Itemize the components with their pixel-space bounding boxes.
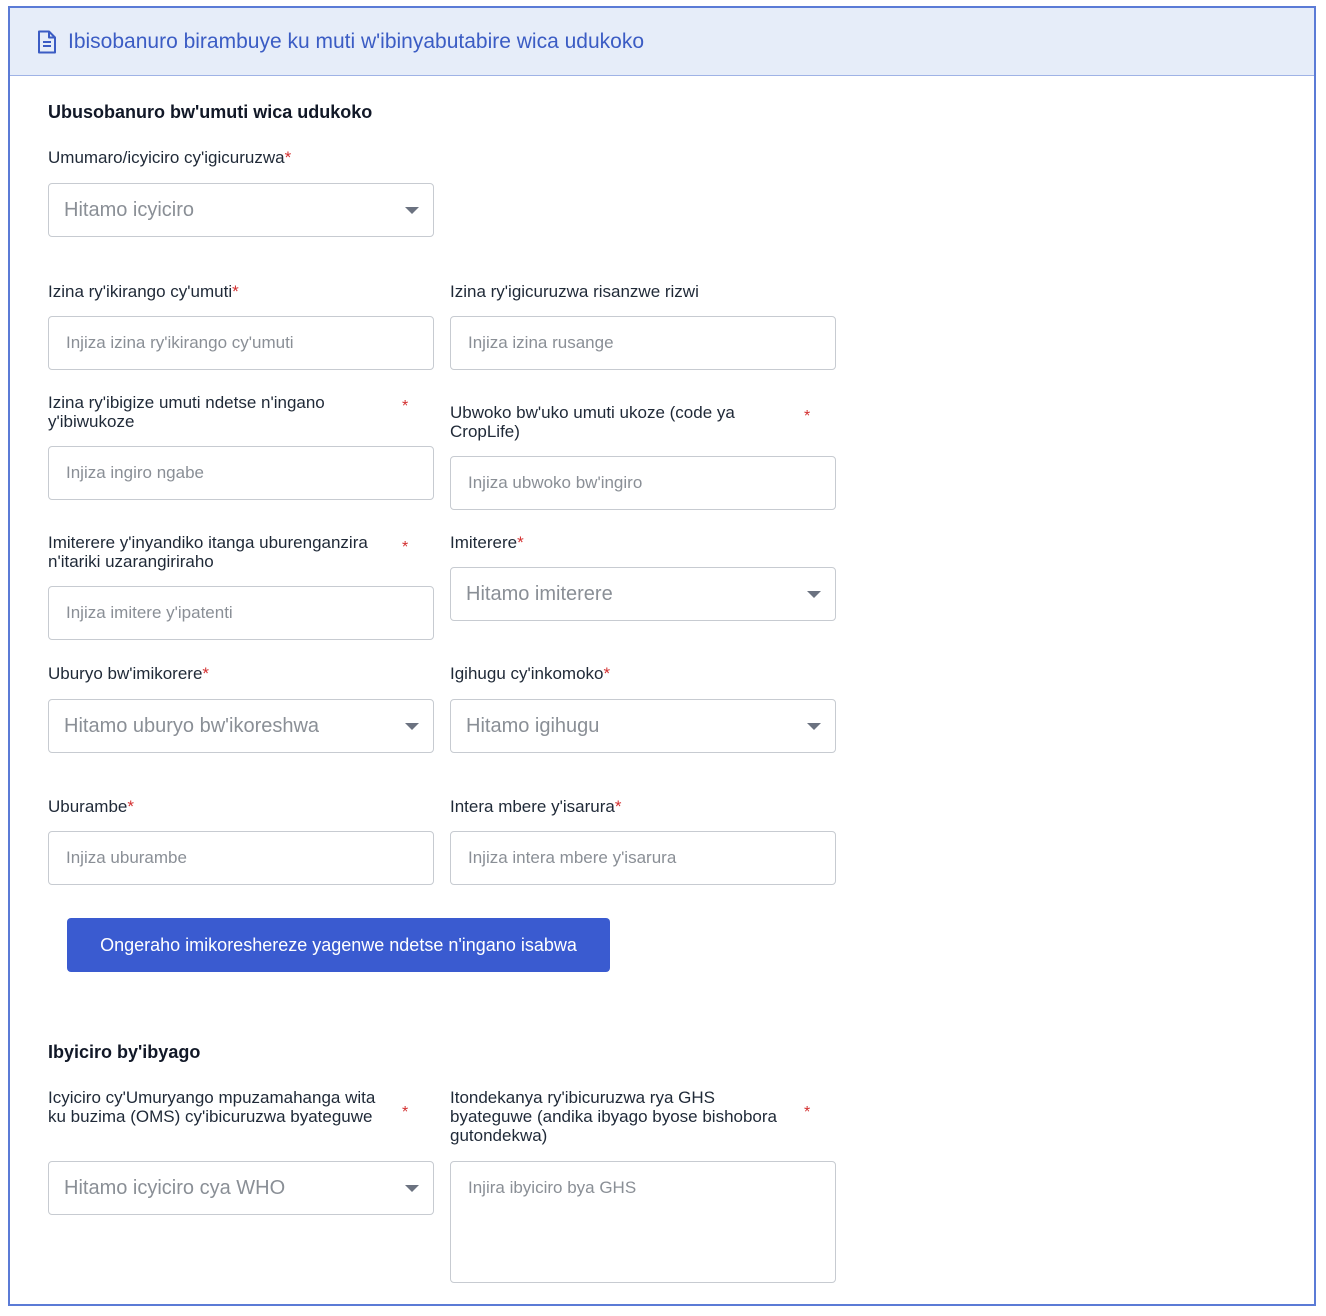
card-header: Ibisobanuro birambuye ku muti w'ibinyabu… [10, 8, 1314, 76]
brand-name-label: Izina ry'ikirango cy'umuti* [48, 282, 239, 301]
ghs-label: Itondekanya ry'ibicuruzwa rya GHS byateg… [450, 1088, 778, 1145]
formulation-required-mark: * [804, 408, 811, 425]
chevron-down-icon [405, 207, 419, 214]
preharvest-input[interactable] [450, 831, 836, 885]
usage-label: Uburyo bw'imikorere* [48, 664, 210, 683]
common-name-label: Izina ry'igicuruzwa risanzwe rizwi [450, 282, 699, 301]
duration-input[interactable] [48, 831, 434, 885]
who-class-select-value: Hitamo icyiciro cya WHO [64, 1176, 286, 1199]
who-class-label: Icyiciro cy'Umuryango mpuzamahanga wita … [48, 1088, 376, 1126]
state-select[interactable]: Hitamo imiterere [450, 567, 836, 621]
chevron-down-icon [405, 723, 419, 730]
ghs-textarea[interactable] [450, 1161, 836, 1283]
usage-select[interactable]: Hitamo uburyo bw'ikoreshwa [48, 699, 434, 753]
ghs-required-mark: * [804, 1104, 811, 1121]
chevron-down-icon [807, 723, 821, 730]
document-icon [36, 30, 58, 54]
patent-input[interactable] [48, 586, 434, 640]
preharvest-label: Intera mbere y'isarura* [450, 797, 622, 816]
formulation-label: Ubwoko bw'uko umuti ukoze (code ya CropL… [450, 403, 735, 441]
add-usage-button[interactable]: Ongeraho imikoreshereze yagenwe ndetse n… [67, 918, 610, 972]
section-title-hazards: Ibyiciro by'ibyago [48, 1042, 201, 1062]
brand-name-input[interactable] [48, 316, 434, 370]
category-select-value: Hitamo icyiciro [64, 198, 195, 221]
chevron-down-icon [405, 1185, 419, 1192]
usage-select-value: Hitamo uburyo bw'ikoreshwa [64, 714, 320, 737]
ingredients-input[interactable] [48, 446, 434, 500]
country-label: Igihugu cy'inkomoko* [450, 664, 611, 683]
duration-label: Uburambe* [48, 797, 134, 816]
patent-label: Imiterere y'inyandiko itanga uburenganzi… [48, 533, 368, 571]
chevron-down-icon [807, 591, 821, 598]
ingredients-required-mark: * [402, 398, 409, 415]
country-select-value: Hitamo igihugu [466, 714, 600, 737]
state-select-value: Hitamo imiterere [466, 582, 613, 605]
section-title-product: Ubusobanuro bw'umuti wica udukoko [48, 102, 373, 122]
common-name-input[interactable] [450, 316, 836, 370]
formulation-input[interactable] [450, 456, 836, 510]
card-title: Ibisobanuro birambuye ku muti w'ibinyabu… [68, 29, 644, 53]
patent-required-mark: * [402, 539, 409, 556]
category-select[interactable]: Hitamo icyiciro [48, 183, 434, 237]
category-label: Umumaro/icyiciro cy'igicuruzwa* [48, 148, 292, 167]
who-class-select[interactable]: Hitamo icyiciro cya WHO [48, 1161, 434, 1215]
who-required-mark: * [402, 1104, 409, 1121]
country-select[interactable]: Hitamo igihugu [450, 699, 836, 753]
state-label: Imiterere* [450, 533, 524, 552]
ingredients-label: Izina ry'ibigize umuti ndetse n'ingano y… [48, 393, 325, 431]
